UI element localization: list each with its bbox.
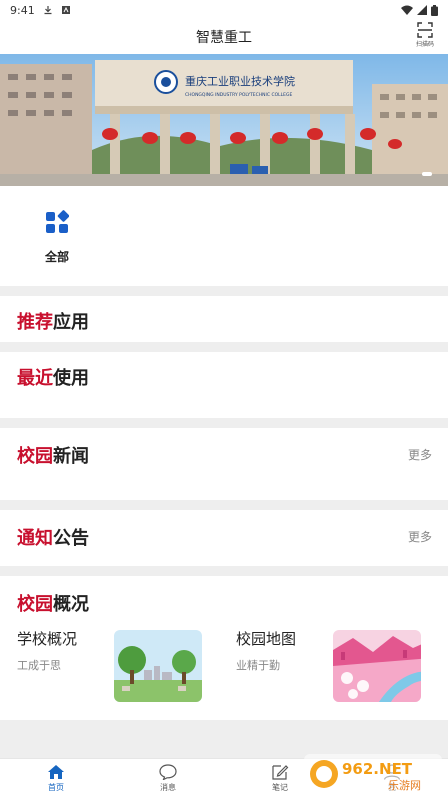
notice-more-link[interactable]: 更多 bbox=[408, 528, 432, 545]
message-icon bbox=[159, 764, 177, 780]
all-apps-button[interactable]: 全部 bbox=[32, 210, 82, 265]
tab-label: 笔记 bbox=[272, 783, 288, 792]
wifi-icon bbox=[401, 5, 413, 15]
scan-label: 扫描码 bbox=[415, 41, 434, 48]
carousel-indicator bbox=[422, 172, 432, 176]
section-title: 通知公告 bbox=[17, 528, 89, 549]
page-title: 智慧重工 bbox=[196, 30, 252, 46]
all-apps-label: 全部 bbox=[44, 250, 69, 264]
app-notification-icon bbox=[61, 6, 70, 14]
scan-button[interactable]: 扫描码 bbox=[410, 22, 440, 48]
tab-messages[interactable]: 消息 bbox=[112, 759, 224, 798]
news-more-link[interactable]: 更多 bbox=[408, 446, 432, 463]
banner-school-name-en: CHONGQING INDUSTRY POLYTECHNIC COLLEGE bbox=[185, 92, 292, 98]
watermark-subtext: 乐游网 bbox=[388, 779, 421, 792]
signal-icon bbox=[417, 5, 427, 15]
banner-school-name: 重庆工业职业技术学院 bbox=[185, 74, 295, 88]
home-icon bbox=[48, 765, 64, 779]
note-icon bbox=[272, 765, 289, 780]
status-time: 9:41 bbox=[10, 3, 35, 17]
overview-item-subtitle: 业精于勤 bbox=[236, 659, 280, 672]
grid-apps-icon bbox=[46, 210, 69, 233]
watermark-text: 962.NET bbox=[342, 760, 413, 778]
status-bar: 9:41 bbox=[0, 0, 448, 20]
campus-news-section: 校园新闻 更多 bbox=[0, 428, 448, 500]
section-title: 校园概况 bbox=[17, 594, 89, 615]
school-overview-card[interactable]: 学校概况 工成于思 bbox=[17, 628, 77, 673]
campus-map-card[interactable]: 校园地图 业精于勤 bbox=[236, 628, 296, 673]
quick-access-panel: 全部 bbox=[0, 186, 448, 286]
section-title: 校园新闻 bbox=[17, 446, 89, 467]
download-icon bbox=[44, 6, 52, 15]
overview-item-title: 学校概况 bbox=[17, 630, 78, 648]
tab-home[interactable]: 首页 bbox=[0, 759, 112, 798]
site-watermark: 962.NET 乐游网 bbox=[304, 754, 442, 794]
notice-section: 通知公告 更多 bbox=[0, 510, 448, 566]
campus-map-image[interactable] bbox=[333, 630, 421, 702]
section-title: 最近使用 bbox=[17, 368, 89, 389]
school-overview-image[interactable] bbox=[114, 630, 202, 702]
section-title: 推荐应用 bbox=[17, 312, 89, 333]
scan-icon bbox=[417, 22, 433, 38]
campus-gate-image: 重庆工业职业技术学院 CHONGQING INDUSTRY POLYTECHNI… bbox=[0, 54, 448, 186]
recommended-apps-section: 推荐应用 bbox=[0, 296, 448, 342]
campus-overview-section: 校园概况 学校概况 工成于思 校园地图 业精于勤 bbox=[0, 576, 448, 720]
recent-apps-section: 最近使用 bbox=[0, 352, 448, 418]
tab-label: 消息 bbox=[160, 783, 176, 792]
carousel-dot bbox=[422, 172, 432, 176]
overview-item-title: 校园地图 bbox=[236, 630, 297, 648]
battery-icon bbox=[431, 4, 438, 16]
tab-label: 首页 bbox=[48, 783, 64, 792]
overview-item-subtitle: 工成于思 bbox=[17, 659, 61, 672]
banner-carousel[interactable]: 重庆工业职业技术学院 CHONGQING INDUSTRY POLYTECHNI… bbox=[0, 54, 448, 186]
app-header: 智慧重工 扫描码 bbox=[0, 20, 448, 54]
